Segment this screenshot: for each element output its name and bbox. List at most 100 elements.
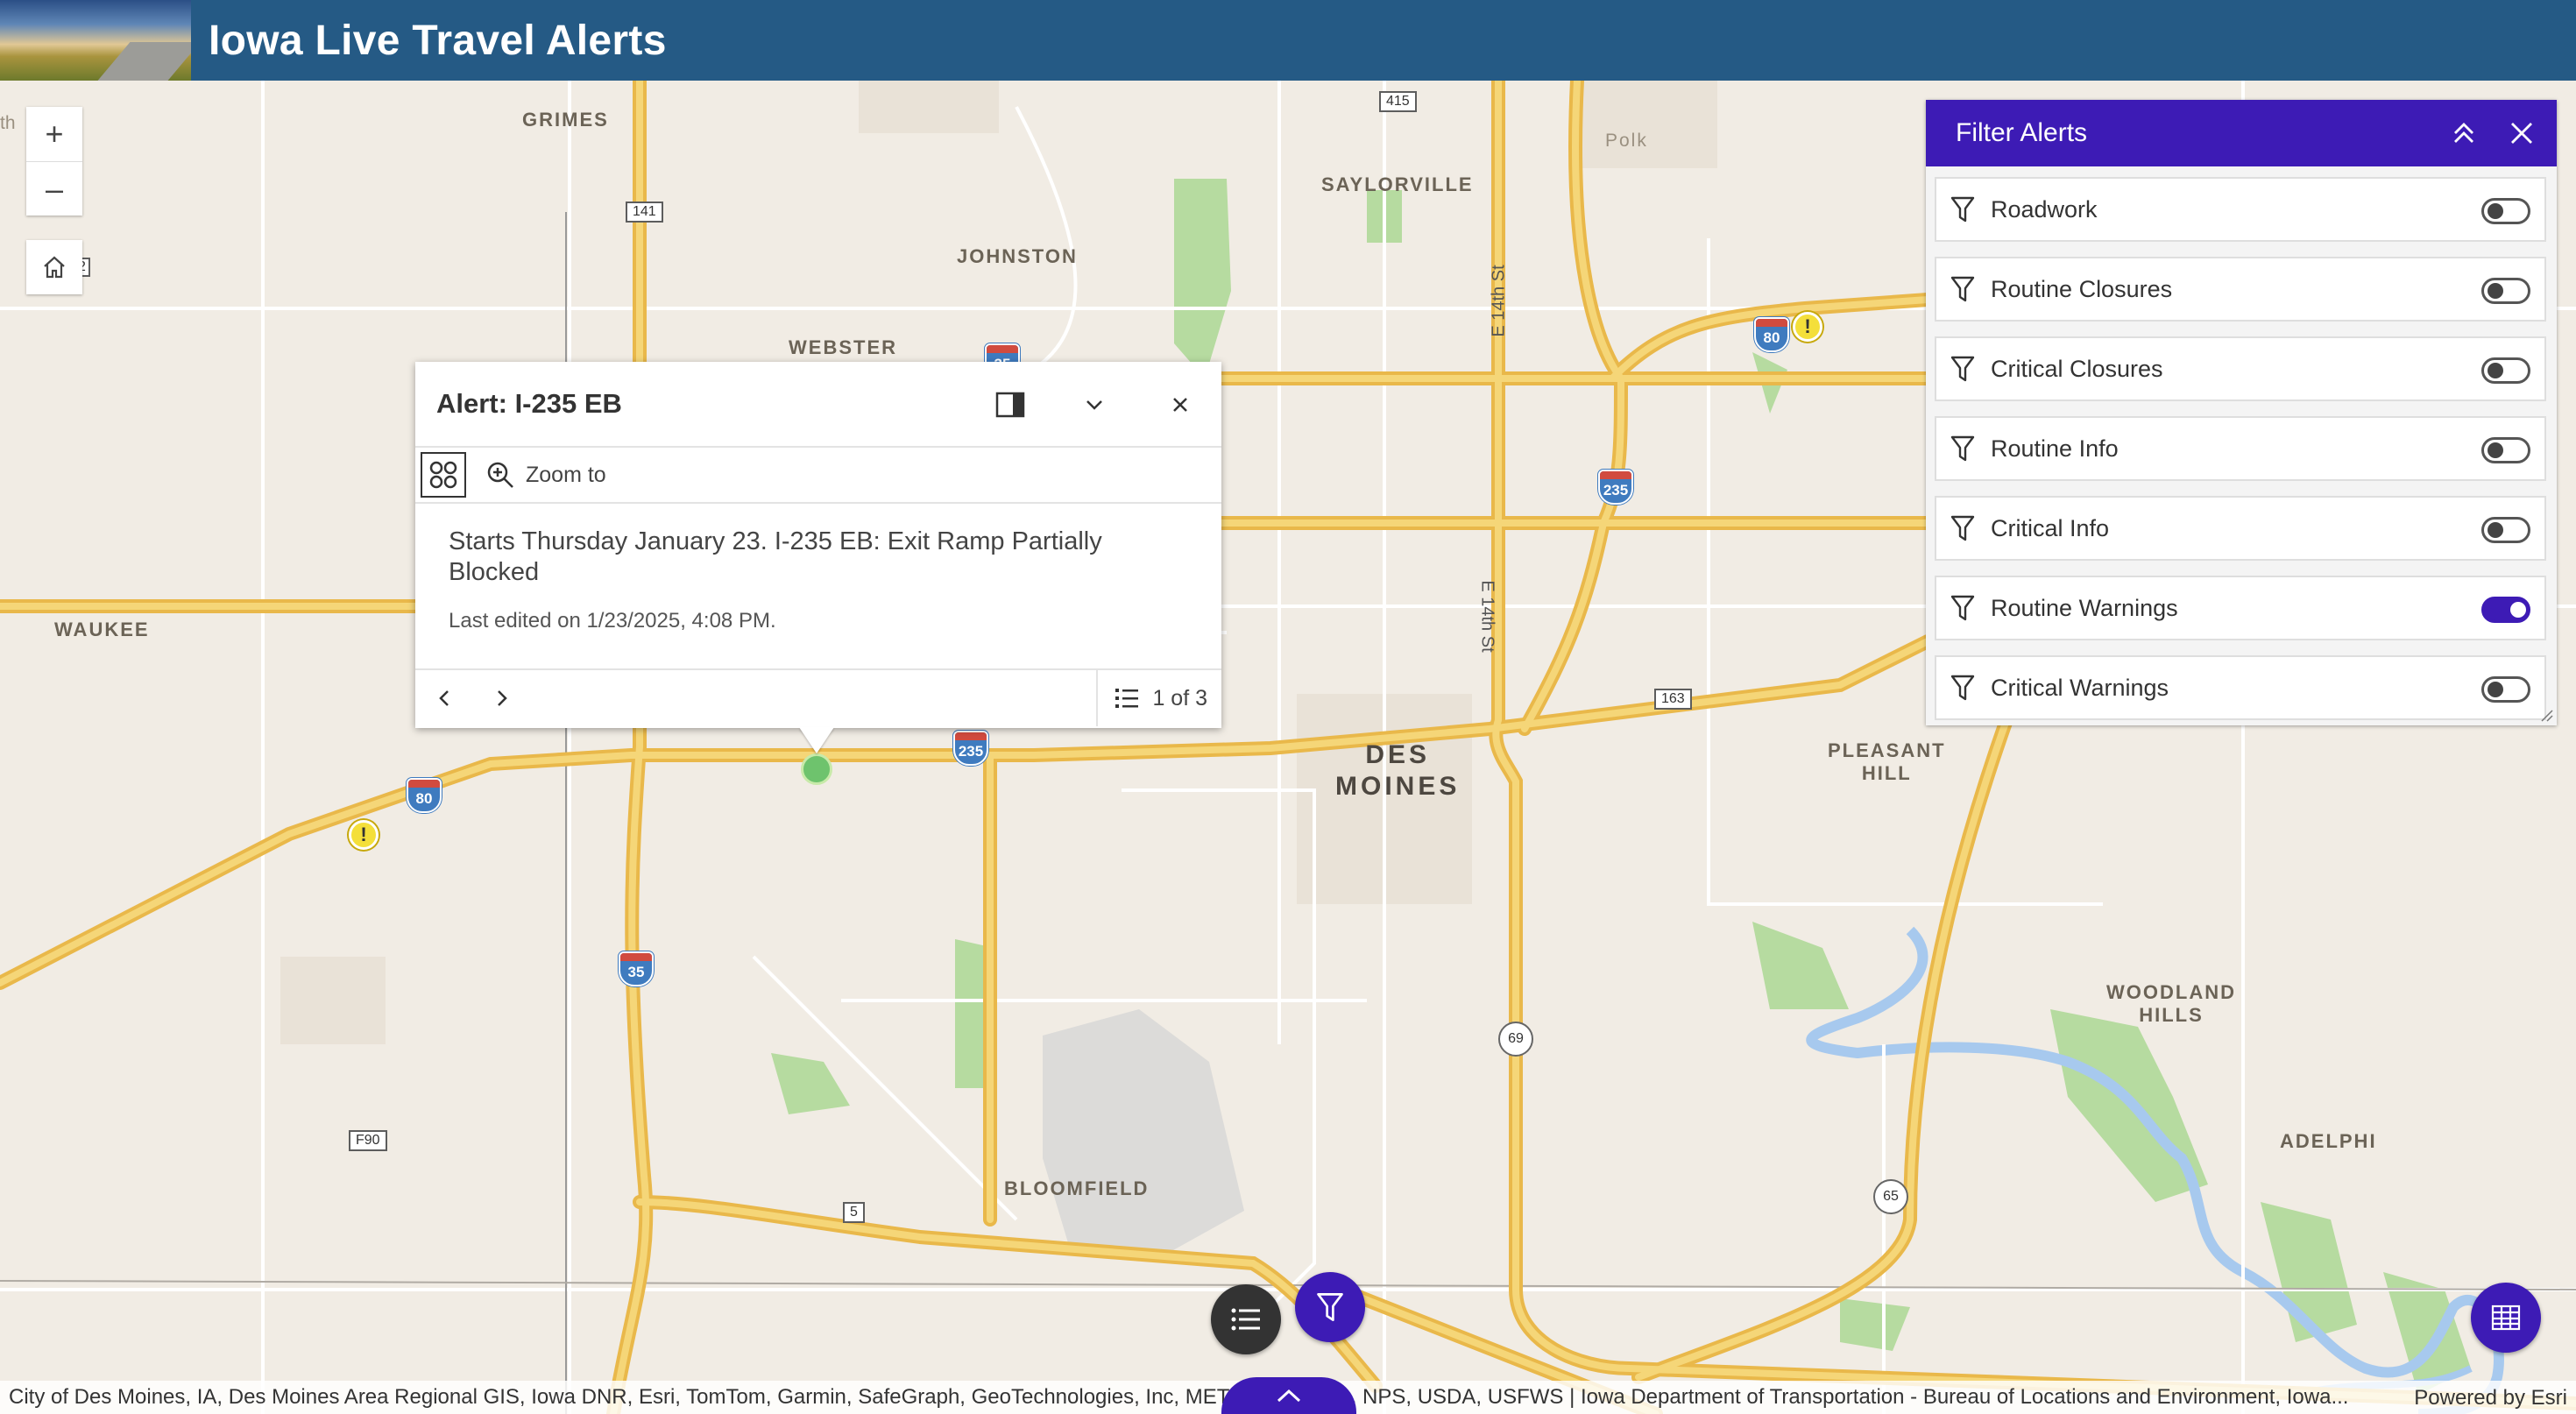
attribute-table-button[interactable] <box>2471 1283 2541 1353</box>
popup-content: Starts Thursday January 23. I-235 EB: Ex… <box>415 504 1221 670</box>
alert-list-button[interactable] <box>1211 1284 1281 1354</box>
list-icon <box>1115 689 1139 708</box>
place-label-johnston: JOHNSTON <box>957 245 1078 267</box>
zoom-in-button[interactable]: + <box>26 107 82 161</box>
filter-icon <box>1950 435 1975 462</box>
powered-by-esri[interactable]: Powered by Esri <box>2414 1386 2567 1410</box>
close-icon <box>1173 398 1187 412</box>
filter-item-label: Critical Warnings <box>1991 674 2169 701</box>
chevron-left-icon <box>439 690 449 706</box>
interstate-80-shield-west: 80 <box>407 778 442 813</box>
table-icon <box>2491 1304 2521 1331</box>
filter-icon <box>1950 356 1975 382</box>
filter-item-routine-closures[interactable]: Routine Closures <box>1935 257 2546 322</box>
street-label-e14th-north: E 14th St <box>1489 265 1509 337</box>
warning-alert-pin-east[interactable]: ! <box>1793 312 1822 342</box>
app-header: Iowa Live Travel Alerts <box>0 0 2576 81</box>
dock-icon <box>995 392 1025 418</box>
filter-item-critical-closures[interactable]: Critical Closures <box>1935 336 2546 401</box>
app-title: Iowa Live Travel Alerts <box>209 17 667 64</box>
filter-toggle-routine-warnings[interactable] <box>2481 597 2530 623</box>
zoom-out-button[interactable]: – <box>26 161 82 216</box>
popup-footer: 1 of 3 <box>415 670 1221 726</box>
us-69-shield: 69 <box>1498 1022 1533 1057</box>
zoom-to-button[interactable]: Zoom to <box>485 460 606 490</box>
route-5-label: 5 <box>843 1202 865 1223</box>
selected-alert-pin[interactable] <box>801 753 832 785</box>
resize-handle-icon[interactable] <box>2539 708 2553 722</box>
filter-item-label: Critical Info <box>1991 514 2110 541</box>
filter-item-critical-warnings[interactable]: Critical Warnings <box>1935 655 2546 720</box>
place-label-grimes: GRIMES <box>522 109 609 131</box>
filter-toggle-roadwork[interactable] <box>2481 198 2530 224</box>
us-65-shield: 65 <box>1873 1179 1908 1214</box>
filter-alerts-panel: Filter Alerts Roadwork Routine Closures … <box>1926 100 2557 725</box>
zoom-to-icon <box>487 462 513 488</box>
attribution-text[interactable]: City of Des Moines, IA, Des Moines Area … <box>9 1385 2401 1410</box>
filter-item-label: Routine Warnings <box>1991 594 2178 621</box>
popup-actions-bar: Zoom to <box>415 448 1221 504</box>
app: Iowa Live Travel Alerts GRIMES SAYLORVIL… <box>0 0 2576 1414</box>
home-icon <box>44 256 65 279</box>
place-label-saylorville: SAYLORVILLE <box>1321 173 1474 195</box>
double-chevron-up-icon <box>2454 123 2473 143</box>
alert-description: Starts Thursday January 23. I-235 EB: Ex… <box>449 527 1102 586</box>
chevron-up-icon <box>1277 1389 1301 1403</box>
grid-icon <box>429 461 457 489</box>
route-141-label: 141 <box>626 201 663 223</box>
dock-button[interactable] <box>990 385 1030 425</box>
popup-header: Alert: I-235 EB <box>415 362 1221 448</box>
filter-icon <box>1950 196 1975 223</box>
place-label-waukee: WAUKEE <box>54 619 150 640</box>
pagination-text: 1 of 3 <box>1152 685 1207 711</box>
list-icon <box>1231 1308 1260 1331</box>
collapse-panel-button[interactable] <box>2443 112 2485 154</box>
alert-popup: Alert: I-235 EB Zoom to Starts Thursday … <box>415 362 1221 728</box>
zoom-control: + – <box>26 107 82 216</box>
filter-icon <box>1950 675 1975 701</box>
place-label-edge: th <box>0 113 16 133</box>
interstate-80-shield-east: 80 <box>1754 317 1789 352</box>
filter-item-routine-warnings[interactable]: Routine Warnings <box>1935 576 2546 640</box>
last-edited-text: Last edited on 1/23/2025, 4:08 PM. <box>449 608 776 633</box>
collapse-button[interactable] <box>1074 385 1115 425</box>
popup-title: Alert: I-235 EB <box>436 388 622 419</box>
filter-panel-header: Filter Alerts <box>1926 100 2557 166</box>
close-popup-button[interactable] <box>1160 385 1200 425</box>
route-163-label: 163 <box>1654 689 1692 710</box>
filter-button[interactable] <box>1295 1272 1365 1342</box>
street-label-e14th-south: E 14th St <box>1477 580 1497 653</box>
close-panel-button[interactable] <box>2501 112 2543 154</box>
zoom-to-label: Zoom to <box>526 462 606 487</box>
chevron-down-icon <box>1086 400 1102 410</box>
place-label-webster: WEBSTER <box>789 336 897 358</box>
filter-item-label: Routine Closures <box>1991 275 2173 302</box>
filter-toggle-critical-warnings[interactable] <box>2481 676 2530 703</box>
home-button[interactable] <box>26 240 82 294</box>
interstate-35-shield-south: 35 <box>619 951 654 986</box>
filter-icon <box>1950 595 1975 621</box>
filter-icon <box>1950 515 1975 541</box>
filter-toggle-routine-closures[interactable] <box>2481 278 2530 304</box>
filter-item-label: Critical Closures <box>1991 355 2163 382</box>
close-icon <box>2511 123 2532 144</box>
previous-feature-button[interactable] <box>415 670 473 726</box>
filter-item-roadwork[interactable]: Roadwork <box>1935 177 2546 242</box>
filter-toggle-critical-closures[interactable] <box>2481 357 2530 384</box>
filter-panel-title: Filter Alerts <box>1956 118 2088 147</box>
place-label-pleasant-hill: PLEASANT HILL <box>1828 739 1946 785</box>
filter-toggle-critical-info[interactable] <box>2481 517 2530 543</box>
warning-alert-pin-west[interactable]: ! <box>349 820 379 850</box>
filter-item-routine-info[interactable]: Routine Info <box>1935 416 2546 481</box>
filter-icon <box>1950 276 1975 302</box>
feature-list-button[interactable]: 1 of 3 <box>1096 670 1221 726</box>
filter-item-label: Routine Info <box>1991 435 2119 462</box>
filter-item-critical-info[interactable]: Critical Info <box>1935 496 2546 561</box>
place-label-woodland-hills: WOODLAND HILLS <box>2106 981 2236 1027</box>
place-label-des-moines: DES MOINES <box>1335 740 1461 801</box>
expand-bottom-panel-button[interactable] <box>1221 1377 1356 1414</box>
filter-toggle-routine-info[interactable] <box>2481 437 2530 463</box>
more-actions-button[interactable] <box>421 452 466 498</box>
filter-icon <box>1317 1293 1343 1321</box>
next-feature-button[interactable] <box>473 670 531 726</box>
